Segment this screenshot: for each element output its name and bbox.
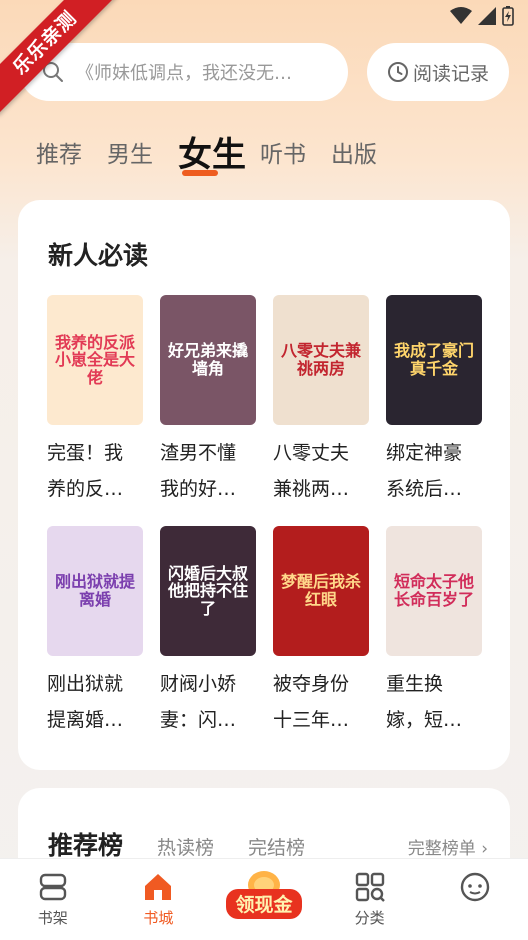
tab-audiobook[interactable]: 听书 [260,130,306,180]
book-title[interactable]: 重生换嫁，短… [386,666,482,738]
book-title-line: 我的好… [160,478,237,500]
tab-recommend[interactable]: 推荐 [36,130,82,180]
chevron-right-icon: › [481,839,488,859]
book-title-line: 八零丈夫 [273,442,350,464]
tab-publish[interactable]: 出版 [331,130,377,180]
full-ranking-label: 完整榜单 [407,839,476,859]
book-item[interactable]: 好兄弟来撬墙角渣男不懂我的好… [160,295,256,507]
book-item[interactable]: 短命太子他长命百岁了重生换嫁，短… [386,526,482,738]
active-tab-indicator [182,170,218,176]
book-title-line: 渣男不懂 [160,442,237,464]
status-icons [450,6,514,26]
cash-label: 领现金 [235,893,293,916]
book-title-line: 财阀小娇 [160,673,237,695]
book-title[interactable]: 刚出狱就提离婚… [47,666,143,738]
nav-bookshelf-label: 书架 [37,909,68,927]
nav-bookstore[interactable]: 书城 [106,859,212,940]
ranking-title[interactable]: 推荐榜 [48,826,123,862]
reading-history-label: 阅读记录 [412,62,489,85]
book-cover[interactable]: 短命太子他长命百岁了 [386,526,482,656]
book-cover[interactable]: 梦醒后我杀红眼 [273,526,369,656]
book-title-line: 兼祧两… [273,478,350,500]
home-icon [145,874,172,900]
book-cover[interactable]: 我成了豪门真千金 [386,295,482,425]
bookshelf-icon [39,873,66,901]
nav-category-label: 分类 [354,909,385,927]
nav-bookstore-label: 书城 [143,909,174,927]
search-input[interactable]: 《师妹低调点，我还没无… [20,43,348,101]
book-title-line: 养的反… [47,478,124,500]
book-title[interactable]: 财阀小娇妻：闪… [160,666,256,738]
ranking-tab-finished[interactable]: 完结榜 [248,833,305,860]
book-title-line: 系统后… [386,478,463,500]
signal-icon [478,7,496,25]
bottom-nav: 书架 书城 领现金 分类 [0,858,528,940]
wifi-icon [450,7,472,24]
book-item[interactable]: 我养的反派小崽全是大佬完蛋！我养的反… [47,295,143,507]
book-title-line: 完蛋！我 [47,442,124,464]
book-cover[interactable]: 刚出狱就提离婚 [47,526,143,656]
nav-profile[interactable] [422,859,528,940]
profile-icon [460,872,490,902]
book-item[interactable]: 刚出狱就提离婚刚出狱就提离婚… [47,526,143,738]
book-title-line: 嫁，短… [386,709,463,731]
book-title-line: 刚出狱就 [47,673,124,695]
book-title-line: 提离婚… [47,709,124,731]
book-item[interactable]: 闪婚后大叔他把持不住了财阀小娇妻：闪… [160,526,256,738]
nav-cash[interactable]: 领现金 [211,859,317,940]
reading-history-button[interactable]: 阅读记录 [367,43,509,101]
clock-icon [387,62,408,82]
book-title-line: 被夺身份 [273,673,350,695]
book-title-line: 重生换 [386,673,444,695]
book-item[interactable]: 八零丈夫兼祧两房八零丈夫兼祧两… [273,295,369,507]
tab-male[interactable]: 男生 [107,130,153,180]
book-item[interactable]: 我成了豪门真千金绑定神豪系统后… [386,295,482,507]
book-title[interactable]: 渣男不懂我的好… [160,435,256,507]
ranking-header: 推荐榜 热读榜 完结榜 完整榜单 › [48,826,488,862]
cash-icon: 领现金 [225,871,302,919]
ranking-tab-hot[interactable]: 热读榜 [157,833,214,860]
battery-icon [502,6,514,26]
book-cover[interactable]: 八零丈夫兼祧两房 [273,295,369,425]
book-title[interactable]: 完蛋！我养的反… [47,435,143,507]
book-cover[interactable]: 我养的反派小崽全是大佬 [47,295,143,425]
book-title-line: 妻：闪… [160,709,237,731]
new-reader-section: 新人必读 我养的反派小崽全是大佬 完蛋！我 养的反… 好兄弟来撬墙角 渣男不懂 我的好… 八… [18,200,510,770]
category-icon [355,872,385,902]
full-ranking-link[interactable]: 完整榜单 › [408,834,488,859]
book-title[interactable]: 被夺身份十三年… [273,666,369,738]
book-title[interactable]: 绑定神豪系统后… [386,435,482,507]
search-placeholder: 《师妹低调点，我还没无… [76,63,292,84]
book-item[interactable]: 梦醒后我杀红眼被夺身份十三年… [273,526,369,738]
book-cover[interactable]: 好兄弟来撬墙角 [160,295,256,425]
book-cover[interactable]: 闪婚后大叔他把持不住了 [160,526,256,656]
book-title[interactable]: 八零丈夫兼祧两… [273,435,369,507]
category-tabs: 推荐 男生 女生 听书 出版 [36,120,402,180]
book-title-line: 绑定神豪 [386,442,463,464]
section-title: 新人必读 [48,241,149,270]
nav-bookshelf[interactable]: 书架 [0,859,106,940]
book-title-line: 十三年… [273,709,350,731]
nav-category[interactable]: 分类 [317,859,423,940]
